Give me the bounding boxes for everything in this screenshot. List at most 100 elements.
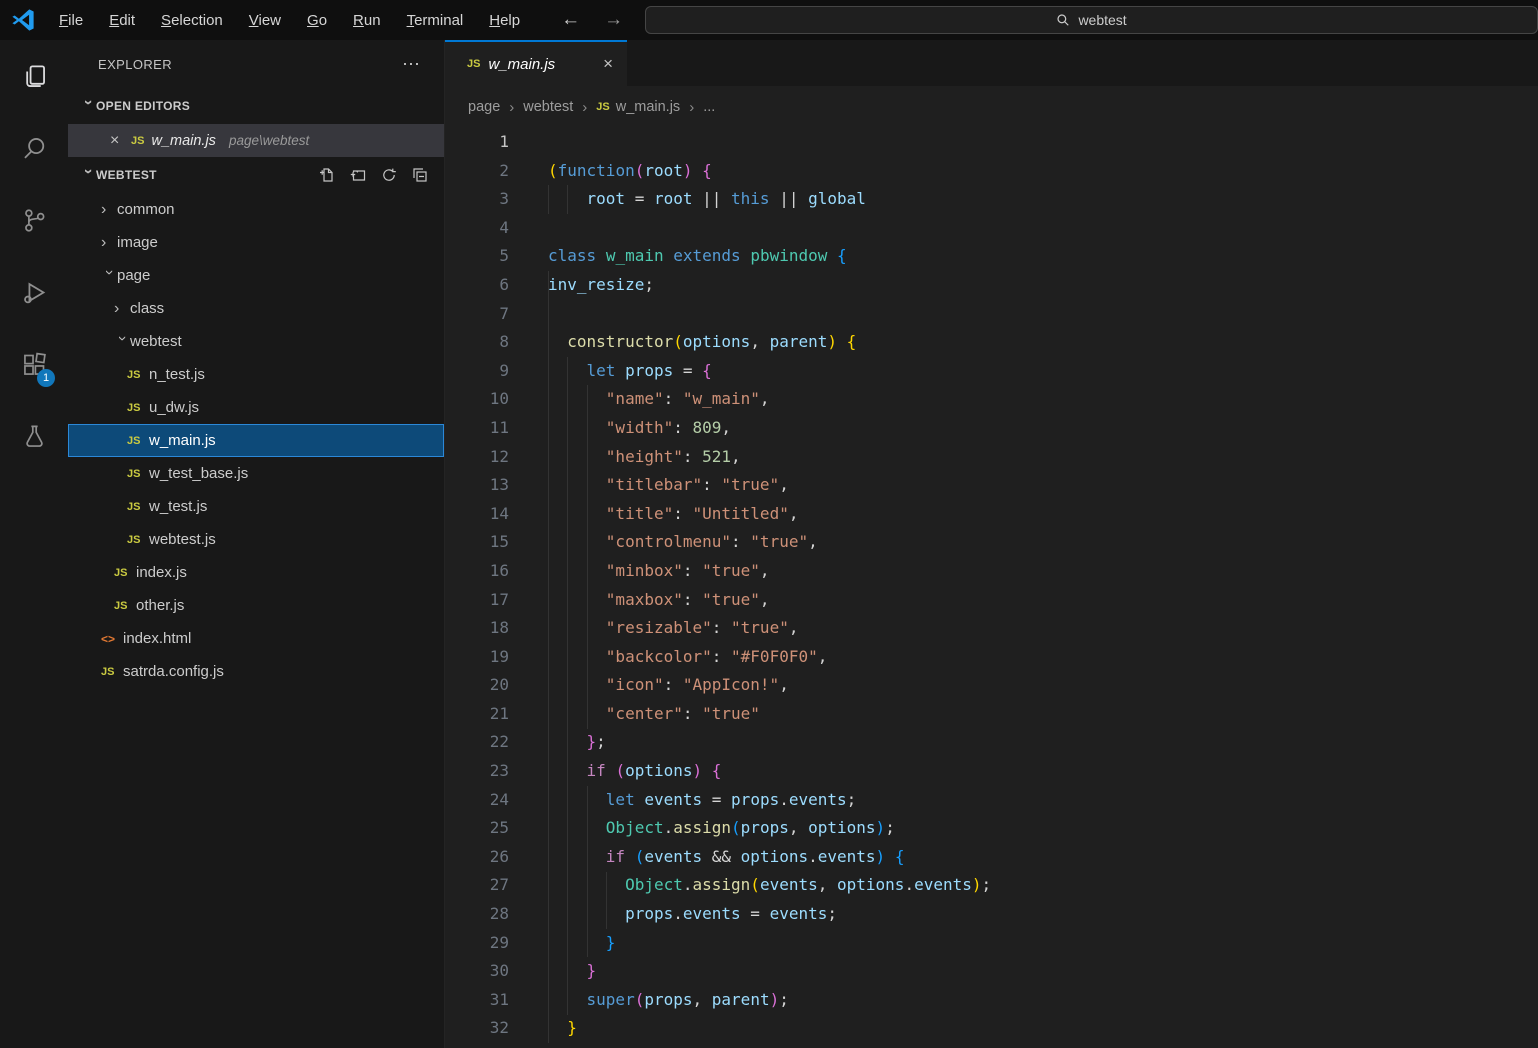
breadcrumb-item-[interactable]: ... [703,99,715,115]
code-line-25[interactable]: 25 Object.assign(props, options); [445,814,1538,843]
menu-view[interactable]: View [236,8,294,33]
code-line-19[interactable]: 19 "backcolor": "#F0F0F0", [445,643,1538,672]
code-line-27[interactable]: 27 Object.assign(events, options.events)… [445,871,1538,900]
tree-item-index.js[interactable]: JSindex.js [68,556,444,589]
breadcrumb-item-webtest[interactable]: webtest [523,99,573,115]
tree-item-webtest[interactable]: ›webtest [68,325,444,358]
code-line-12[interactable]: 12 "height": 521, [445,443,1538,472]
code-text [509,300,548,329]
tree-item-index.html[interactable]: <>index.html [68,622,444,655]
source-control-icon[interactable] [0,184,68,256]
code-line-11[interactable]: 11 "width": 809, [445,414,1538,443]
tree-item-common[interactable]: ›common [68,193,444,226]
tree-item-n_test.js[interactable]: JSn_test.js [68,358,444,391]
code-line-4[interactable]: 4 [445,214,1538,243]
code-line-15[interactable]: 15 "controlmenu": "true", [445,528,1538,557]
tab-w_main[interactable]: JS w_main.js × [445,40,627,86]
code-line-7[interactable]: 7 [445,300,1538,329]
tree-item-webtest.js[interactable]: JSwebtest.js [68,523,444,556]
tree-item-satrda.config.js[interactable]: JSsatrda.config.js [68,655,444,688]
tree-item-u_dw.js[interactable]: JSu_dw.js [68,391,444,424]
code-line-29[interactable]: 29 } [445,929,1538,958]
tree-item-w_test_base.js[interactable]: JSw_test_base.js [68,457,444,490]
code-line-22[interactable]: 22 }; [445,728,1538,757]
editor-group: JS w_main.js × page›webtest›JSw_main.js›… [445,40,1538,1048]
testing-icon[interactable] [0,400,68,472]
line-number: 24 [445,786,509,815]
code-line-21[interactable]: 21 "center": "true" [445,700,1538,729]
new-folder-icon[interactable] [350,167,366,183]
menu-run[interactable]: Run [340,8,394,33]
title-bar: FileEditSelectionViewGoRunTerminalHelp ←… [0,0,1538,40]
code-line-23[interactable]: 23 if (options) { [445,757,1538,786]
code-line-10[interactable]: 10 "name": "w_main", [445,385,1538,414]
code-line-24[interactable]: 24 let events = props.events; [445,786,1538,815]
code-text: w_resize() { [509,1043,683,1048]
open-editors-header[interactable]: › OPEN EDITORS [68,88,444,124]
menu-go[interactable]: Go [294,8,340,33]
menu-terminal[interactable]: Terminal [394,8,477,33]
breadcrumb-label: ... [703,99,715,115]
code-line-17[interactable]: 17 "maxbox": "true", [445,586,1538,615]
tree-item-class[interactable]: ›class [68,292,444,325]
chevron-right-icon: › [689,99,694,116]
collapse-all-icon[interactable] [412,167,428,183]
workspace-header[interactable]: › WEBTEST [68,157,444,193]
chevron-down-icon: › [79,169,97,185]
code-line-26[interactable]: 26 if (events && options.events) { [445,843,1538,872]
code-line-9[interactable]: 9 let props = { [445,357,1538,386]
code-line-5[interactable]: 5class w_main extends pbwindow { [445,242,1538,271]
code-line-33[interactable]: 33 w_resize() { [445,1043,1538,1048]
search-sidebar-icon[interactable] [0,112,68,184]
back-icon[interactable]: ← [561,9,580,31]
line-number: 21 [445,700,509,729]
run-debug-icon[interactable] [0,256,68,328]
menu-file[interactable]: File [46,8,96,33]
open-editor-item-w_main[interactable]: × JS w_main.js page\webtest [68,124,444,157]
code-line-32[interactable]: 32 } [445,1014,1538,1043]
breadcrumb-item-w_mainjs[interactable]: JSw_main.js [596,99,680,115]
vscode-window: FileEditSelectionViewGoRunTerminalHelp ←… [0,0,1538,1048]
tree-item-w_main.js[interactable]: JSw_main.js [68,424,444,457]
code-text: "controlmenu": "true", [509,528,818,557]
code-line-18[interactable]: 18 "resizable": "true", [445,614,1538,643]
menu-bar: FileEditSelectionViewGoRunTerminalHelp [46,8,533,33]
code-line-2[interactable]: 2(function(root) { [445,157,1538,186]
tree-item-page[interactable]: ›page [68,259,444,292]
code-line-6[interactable]: 6inv_resize; [445,271,1538,300]
tree-item-other.js[interactable]: JSother.js [68,589,444,622]
code-line-28[interactable]: 28 props.events = events; [445,900,1538,929]
line-number: 22 [445,728,509,757]
code-line-16[interactable]: 16 "minbox": "true", [445,557,1538,586]
code-text: "minbox": "true", [509,557,770,586]
code-line-3[interactable]: 3 root = root || this || global [445,185,1538,214]
code-line-1[interactable]: 1 [445,128,1538,157]
js-file-icon: JS [127,369,149,381]
code-line-13[interactable]: 13 "titlebar": "true", [445,471,1538,500]
breadcrumb-item-page[interactable]: page [468,99,500,115]
code-line-8[interactable]: 8 constructor(options, parent) { [445,328,1538,357]
menu-edit[interactable]: Edit [96,8,148,33]
refresh-icon[interactable] [381,167,397,183]
tree-item-label: webtest [130,333,182,350]
tree-item-image[interactable]: ›image [68,226,444,259]
explorer-icon[interactable] [0,40,68,112]
close-icon[interactable]: × [110,132,124,150]
extensions-icon[interactable]: 1 [0,328,68,400]
code-line-20[interactable]: 20 "icon": "AppIcon!", [445,671,1538,700]
code-area[interactable]: 12(function(root) {3 root = root || this… [445,128,1538,1048]
line-number: 18 [445,614,509,643]
tree-item-w_test.js[interactable]: JSw_test.js [68,490,444,523]
js-file-icon: JS [114,600,136,612]
command-search-input[interactable]: webtest [645,6,1538,34]
close-icon[interactable]: × [603,54,613,74]
menu-help[interactable]: Help [476,8,533,33]
more-actions-icon[interactable]: ⋯ [402,54,422,75]
new-file-icon[interactable] [319,167,335,183]
code-line-14[interactable]: 14 "title": "Untitled", [445,500,1538,529]
code-line-30[interactable]: 30 } [445,957,1538,986]
menu-selection[interactable]: Selection [148,8,236,33]
js-file-icon: JS [596,101,609,113]
forward-icon[interactable]: → [604,9,623,31]
code-line-31[interactable]: 31 super(props, parent); [445,986,1538,1015]
